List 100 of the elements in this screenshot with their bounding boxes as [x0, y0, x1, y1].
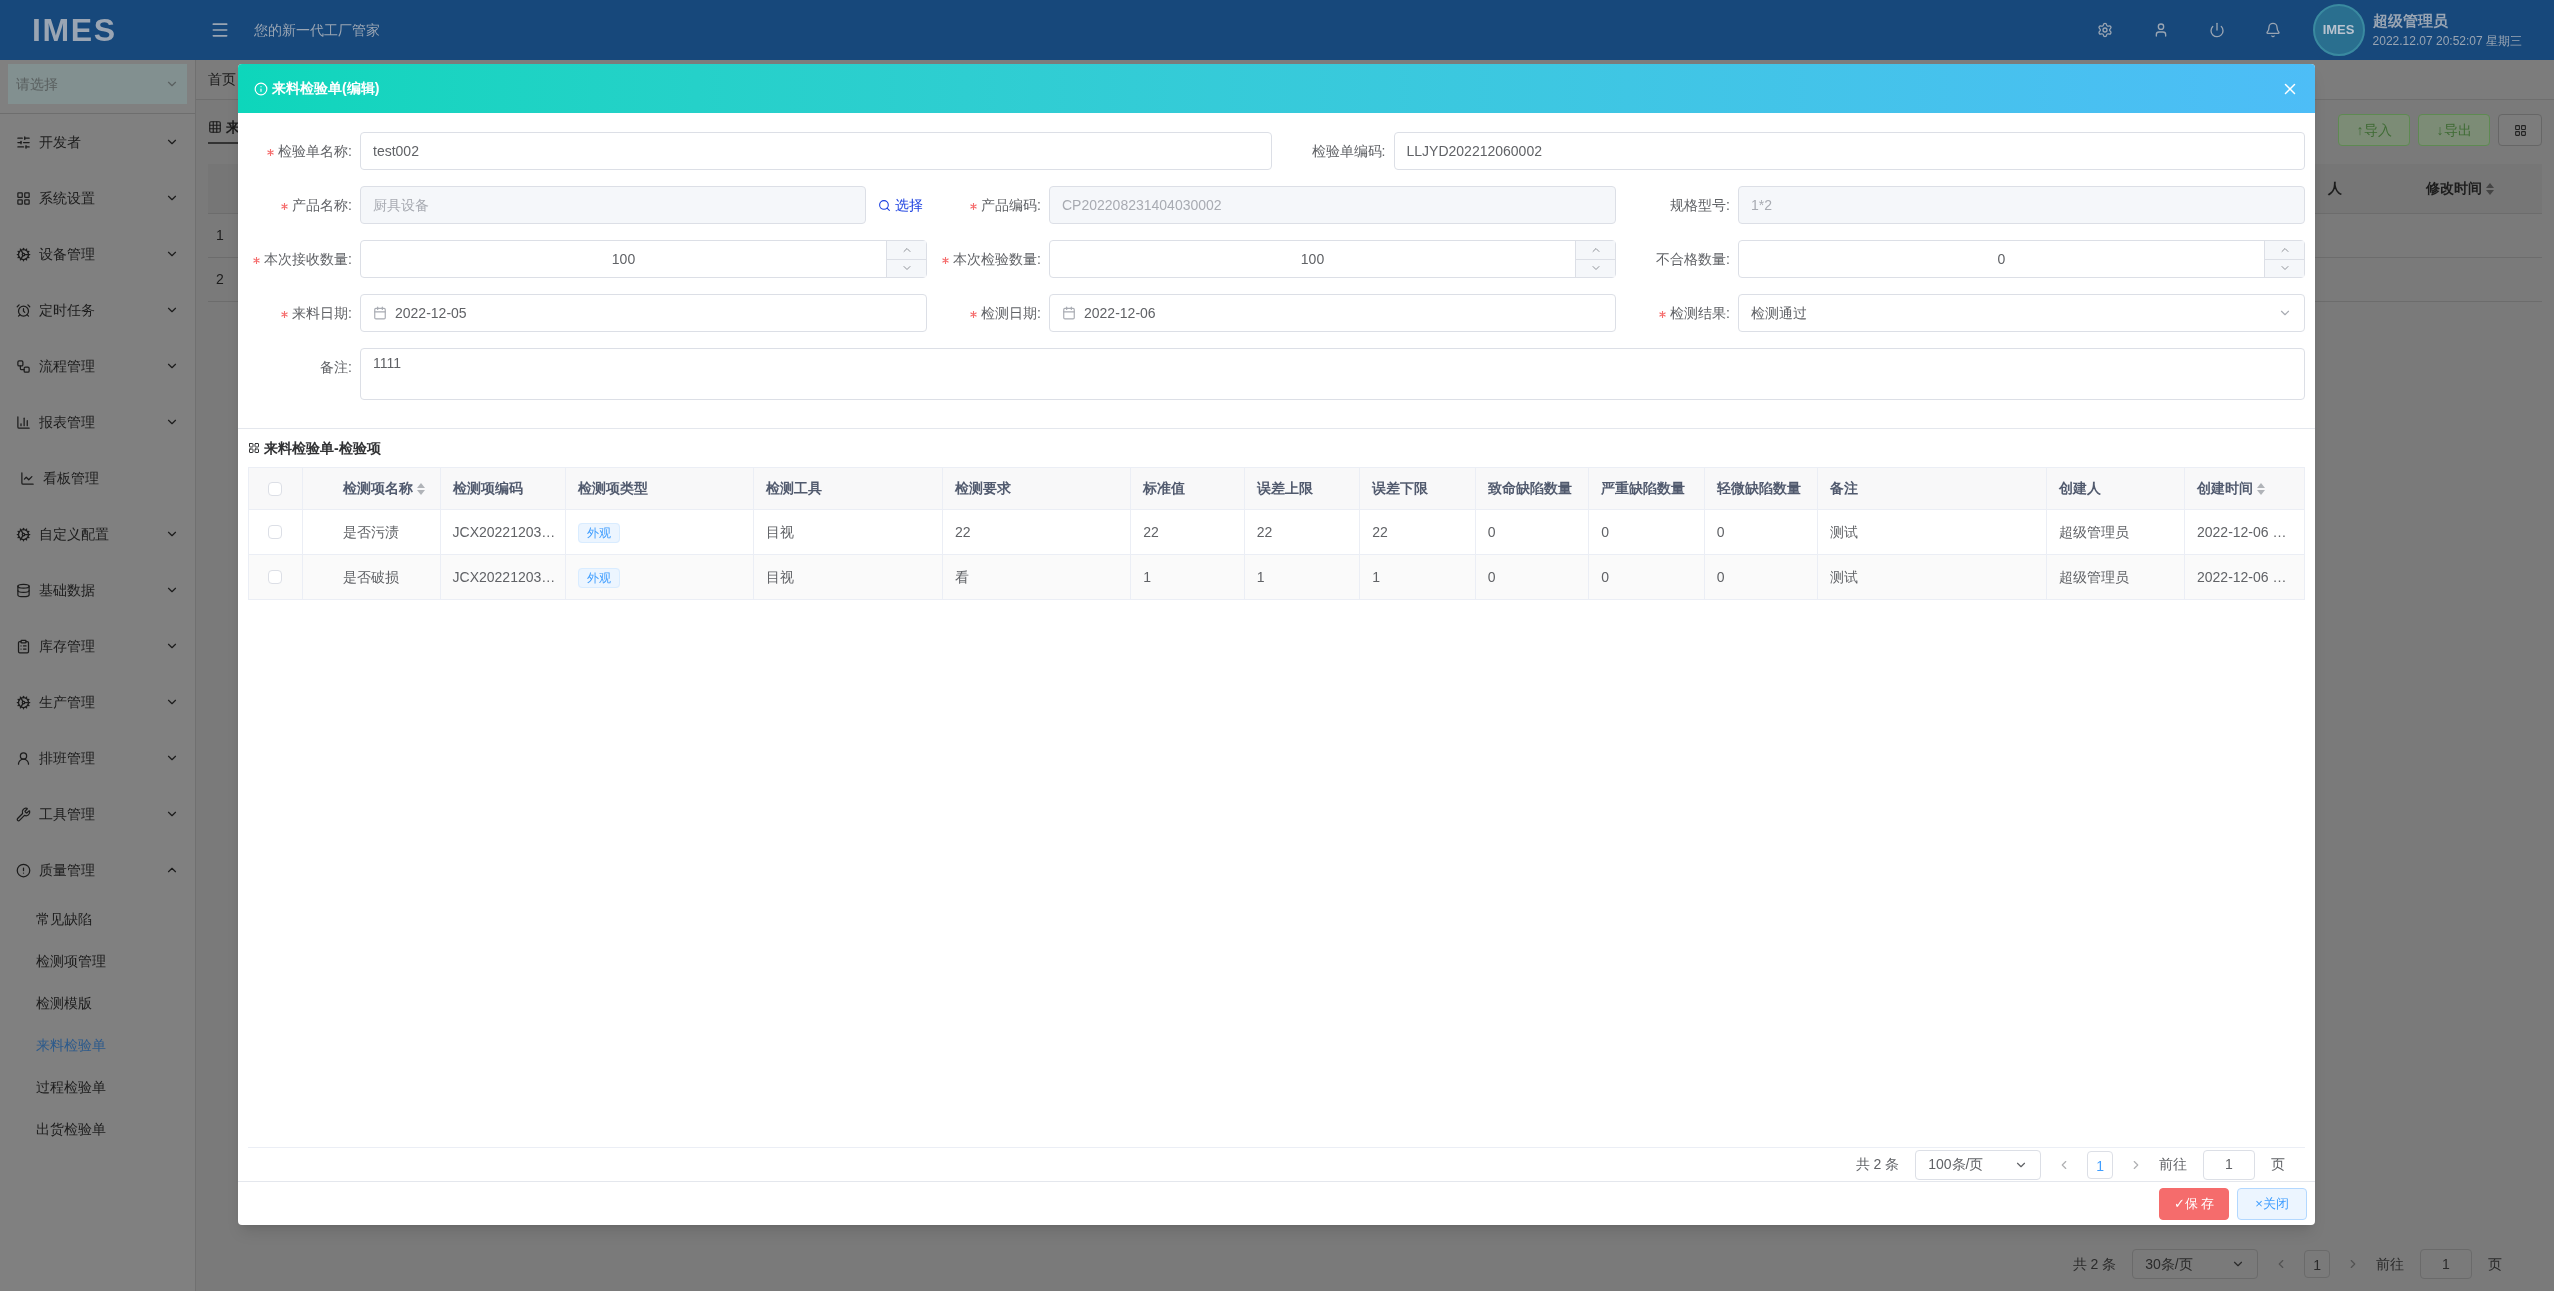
avatar[interactable]: IMES — [2312, 4, 2365, 56]
calendar-icon — [1062, 306, 1076, 320]
table-cell: 22 — [1244, 509, 1360, 555]
column-header: 人 — [2328, 180, 2342, 196]
table-cell: 是否污渍 — [302, 509, 441, 555]
header-cell: 误差下限 — [1359, 467, 1476, 510]
sidebar-item[interactable]: 质量管理 — [0, 842, 195, 898]
slogan: 您的新一代工厂管家 — [254, 20, 380, 40]
table-cell: 看 — [942, 554, 1131, 600]
row-number: 1 — [216, 226, 224, 245]
header-cell: 致命缺陷数量 — [1475, 467, 1589, 510]
menu-icon[interactable] — [210, 20, 230, 40]
header-cell: 标准值 — [1130, 467, 1245, 510]
goto-label: 前往 — [2159, 1155, 2187, 1174]
header-cell: 创建人 — [2046, 467, 2185, 510]
text-field[interactable]: LLJYD202212060002 — [1393, 132, 2305, 170]
text-field[interactable]: test002 — [360, 132, 1272, 170]
sidebar-item[interactable]: 看板管理 — [0, 450, 195, 506]
header-cell: 轻微缺陷数量 — [1704, 467, 1818, 510]
type-tag: 外观 — [577, 567, 620, 588]
table-cell: 0 — [1588, 509, 1705, 555]
table-cell: 测试 — [1817, 554, 2047, 600]
table-cell: 1 — [1359, 554, 1476, 600]
menu-item-icon — [16, 358, 31, 374]
number-field[interactable]: 100 — [360, 240, 927, 278]
type-tag: 外观 — [577, 522, 620, 543]
sidebar-item[interactable]: 排班管理 — [0, 730, 195, 786]
number-field[interactable]: 0 — [1738, 240, 2305, 278]
page-number[interactable]: 1 — [2304, 1250, 2330, 1278]
sidebar-subitem[interactable]: 过程检验单 — [0, 1066, 195, 1108]
sidebar-item[interactable]: 库存管理 — [0, 618, 195, 674]
columns-button[interactable] — [2498, 114, 2542, 146]
page-tab[interactable]: 首页 — [208, 69, 236, 90]
goto-label: 前往 — [2376, 1254, 2404, 1274]
power-icon[interactable] — [2208, 22, 2225, 38]
table-cell: 超级管理员 — [2046, 554, 2185, 600]
sort-icon[interactable] — [2257, 483, 2265, 496]
sidebar-subitem[interactable]: 常见缺陷 — [0, 898, 195, 940]
field-label: 不合格数量: — [1656, 249, 1730, 269]
menu-item-icon — [16, 190, 31, 206]
menu-item-icon — [16, 638, 31, 654]
menu-item-icon — [16, 134, 31, 150]
sidebar-item[interactable]: 设备管理 — [0, 226, 195, 282]
page-size-select[interactable]: 30条/页 — [2132, 1249, 2259, 1279]
sidebar-item[interactable]: 定时任务 — [0, 282, 195, 338]
table-cell: 2022-12-06 … — [2184, 554, 2305, 600]
menu-item-icon — [16, 526, 31, 542]
table-cell: 目视 — [753, 554, 943, 600]
sidebar-item[interactable]: 基础数据 — [0, 562, 195, 618]
sidebar-subitem[interactable]: 检测项管理 — [0, 940, 195, 982]
notification-icon[interactable] — [2264, 22, 2281, 38]
close-button[interactable]: ×关闭 — [2237, 1187, 2307, 1220]
textarea-field[interactable]: 1111 — [360, 348, 2305, 400]
menu-item-icon — [16, 414, 31, 430]
goto-input[interactable]: 1 — [2203, 1149, 2255, 1180]
table-cell: 0 — [1475, 554, 1589, 600]
header-cell: 检测要求 — [942, 467, 1131, 510]
section-title: 来料检验单-检验项 — [264, 438, 381, 458]
table-cell: 1 — [1244, 554, 1360, 600]
page-number[interactable]: 1 — [2087, 1150, 2113, 1179]
menu-item-icon — [16, 302, 31, 318]
goto-input[interactable]: 1 — [2420, 1249, 2472, 1279]
field-label: 产品名称: — [292, 195, 352, 215]
sidebar-subitem[interactable]: 检测模版 — [0, 982, 195, 1024]
header-cell: 检测工具 — [753, 467, 943, 510]
sort-icon[interactable] — [2486, 182, 2494, 195]
sidebar-item[interactable]: 工具管理 — [0, 786, 195, 842]
page-unit: 页 — [2271, 1155, 2285, 1174]
total-count: 共 2 条 — [1855, 1155, 1900, 1174]
table-cell: JCX20221203… — [440, 509, 565, 555]
table-cell: 超级管理员 — [2046, 509, 2185, 555]
sidebar-subitem[interactable]: 出货检验单 — [0, 1108, 195, 1150]
sidebar-item[interactable]: 自定义配置 — [0, 506, 195, 562]
sidebar-item[interactable]: 开发者 — [0, 114, 195, 170]
sidebar-item[interactable]: 系统设置 — [0, 170, 195, 226]
column-header: 修改时间 — [2426, 179, 2482, 198]
row-checkbox[interactable] — [268, 525, 283, 539]
sidebar-item[interactable]: 流程管理 — [0, 338, 195, 394]
row-number: 2 — [216, 270, 224, 289]
field-label: 本次接收数量: — [264, 249, 352, 269]
grid-icon — [2513, 123, 2527, 137]
menu-item-icon — [16, 750, 31, 766]
table-cell: 0 — [1704, 554, 1818, 600]
menu-item-icon — [16, 246, 31, 262]
table-cell: JCX20221203… — [440, 554, 565, 600]
page-size-select[interactable]: 100条/页 — [1915, 1149, 2042, 1180]
sort-icon[interactable] — [416, 483, 425, 496]
select-field[interactable]: 检测通过 — [1738, 294, 2305, 332]
row-checkbox[interactable] — [268, 570, 283, 584]
sidebar-item[interactable]: 报表管理 — [0, 394, 195, 450]
date-field[interactable]: 2022-12-06 — [1049, 294, 1616, 332]
date-field[interactable]: 2022-12-05 — [360, 294, 927, 332]
settings-icon[interactable] — [2096, 22, 2113, 38]
checkbox[interactable] — [268, 481, 283, 496]
search-icon — [878, 198, 891, 212]
number-field[interactable]: 100 — [1049, 240, 1616, 278]
menu-item-icon — [16, 582, 31, 598]
sidebar-item[interactable]: 生产管理 — [0, 674, 195, 730]
save-button[interactable]: ✓保 存 — [2159, 1187, 2229, 1220]
table-cell: 是否破损 — [302, 554, 441, 600]
